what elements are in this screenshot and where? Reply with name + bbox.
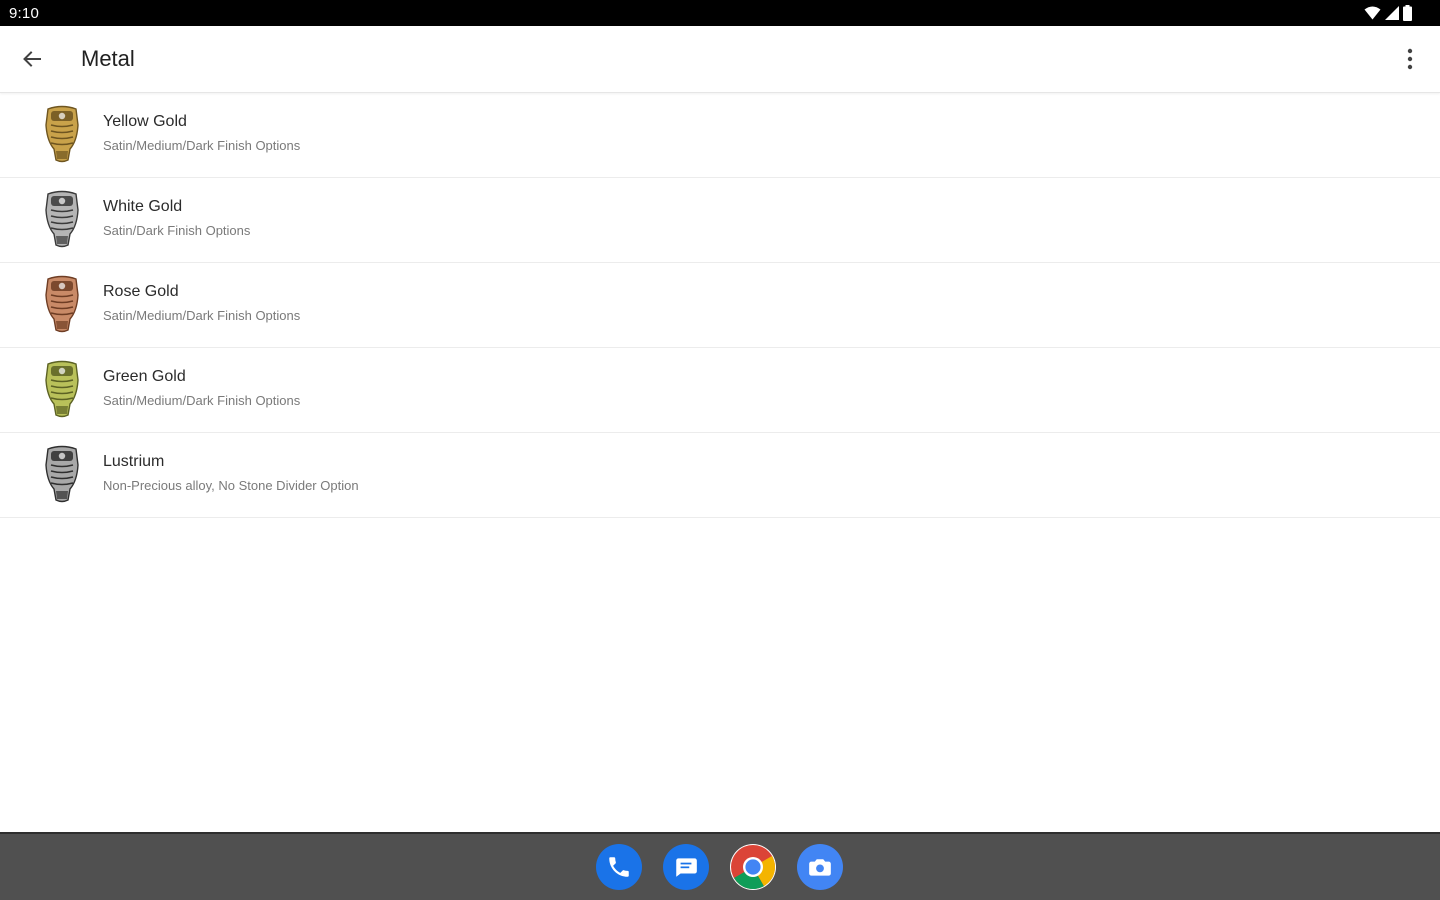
ring-thumbnail-icon — [45, 275, 79, 333]
phone-icon — [609, 857, 629, 877]
status-icons — [1364, 5, 1412, 21]
ring-thumbnail-icon — [45, 190, 79, 248]
status-time: 9:10 — [9, 5, 39, 22]
metal-list-item-white-gold[interactable]: White Gold Satin/Dark Finish Options — [0, 178, 1440, 263]
metal-name: White Gold — [103, 198, 183, 215]
camera-app-button[interactable] — [797, 844, 843, 890]
metal-name: Green Gold — [103, 368, 186, 385]
ring-thumbnail-icon — [45, 360, 79, 418]
arrow-back-icon — [23, 51, 41, 67]
metal-name: Rose Gold — [103, 283, 179, 300]
metal-list-item-rose-gold[interactable]: Rose Gold Satin/Medium/Dark Finish Optio… — [0, 263, 1440, 348]
page-title: Metal — [81, 46, 135, 71]
phone-app-button[interactable] — [596, 844, 642, 890]
metal-description: Satin/Dark Finish Options — [103, 223, 251, 238]
back-button[interactable] — [14, 43, 50, 75]
app-bar: Metal — [0, 26, 1440, 93]
metal-list-item-yellow-gold[interactable]: Yellow Gold Satin/Medium/Dark Finish Opt… — [0, 93, 1440, 178]
message-icon — [676, 858, 697, 877]
metal-list-item-green-gold[interactable]: Green Gold Satin/Medium/Dark Finish Opti… — [0, 348, 1440, 433]
battery-icon — [1403, 5, 1412, 21]
metal-list-item-lustrium[interactable]: Lustrium Non-Precious alloy, No Stone Di… — [0, 433, 1440, 518]
ring-thumbnail-icon — [45, 105, 79, 163]
metal-description: Non-Precious alloy, No Stone Divider Opt… — [103, 478, 359, 493]
metal-list: Yellow Gold Satin/Medium/Dark Finish Opt… — [0, 93, 1440, 518]
chrome-icon — [731, 845, 775, 890]
ring-thumbnail-icon — [45, 445, 79, 503]
metal-description: Satin/Medium/Dark Finish Options — [103, 138, 301, 153]
chrome-app-button[interactable] — [730, 844, 776, 890]
navigation-bar — [0, 832, 1440, 900]
metal-name: Yellow Gold — [103, 113, 187, 130]
metal-description: Satin/Medium/Dark Finish Options — [103, 308, 301, 323]
app-dock — [596, 844, 843, 890]
overflow-menu-button[interactable] — [1398, 43, 1422, 75]
status-bar: 9:10 — [0, 0, 1440, 26]
more-vert-icon — [1407, 48, 1413, 70]
metal-name: Lustrium — [103, 453, 165, 470]
messages-app-button[interactable] — [663, 844, 709, 890]
wifi-icon — [1364, 6, 1381, 20]
metal-description: Satin/Medium/Dark Finish Options — [103, 393, 301, 408]
signal-icon — [1385, 6, 1399, 20]
camera-icon — [809, 859, 831, 876]
